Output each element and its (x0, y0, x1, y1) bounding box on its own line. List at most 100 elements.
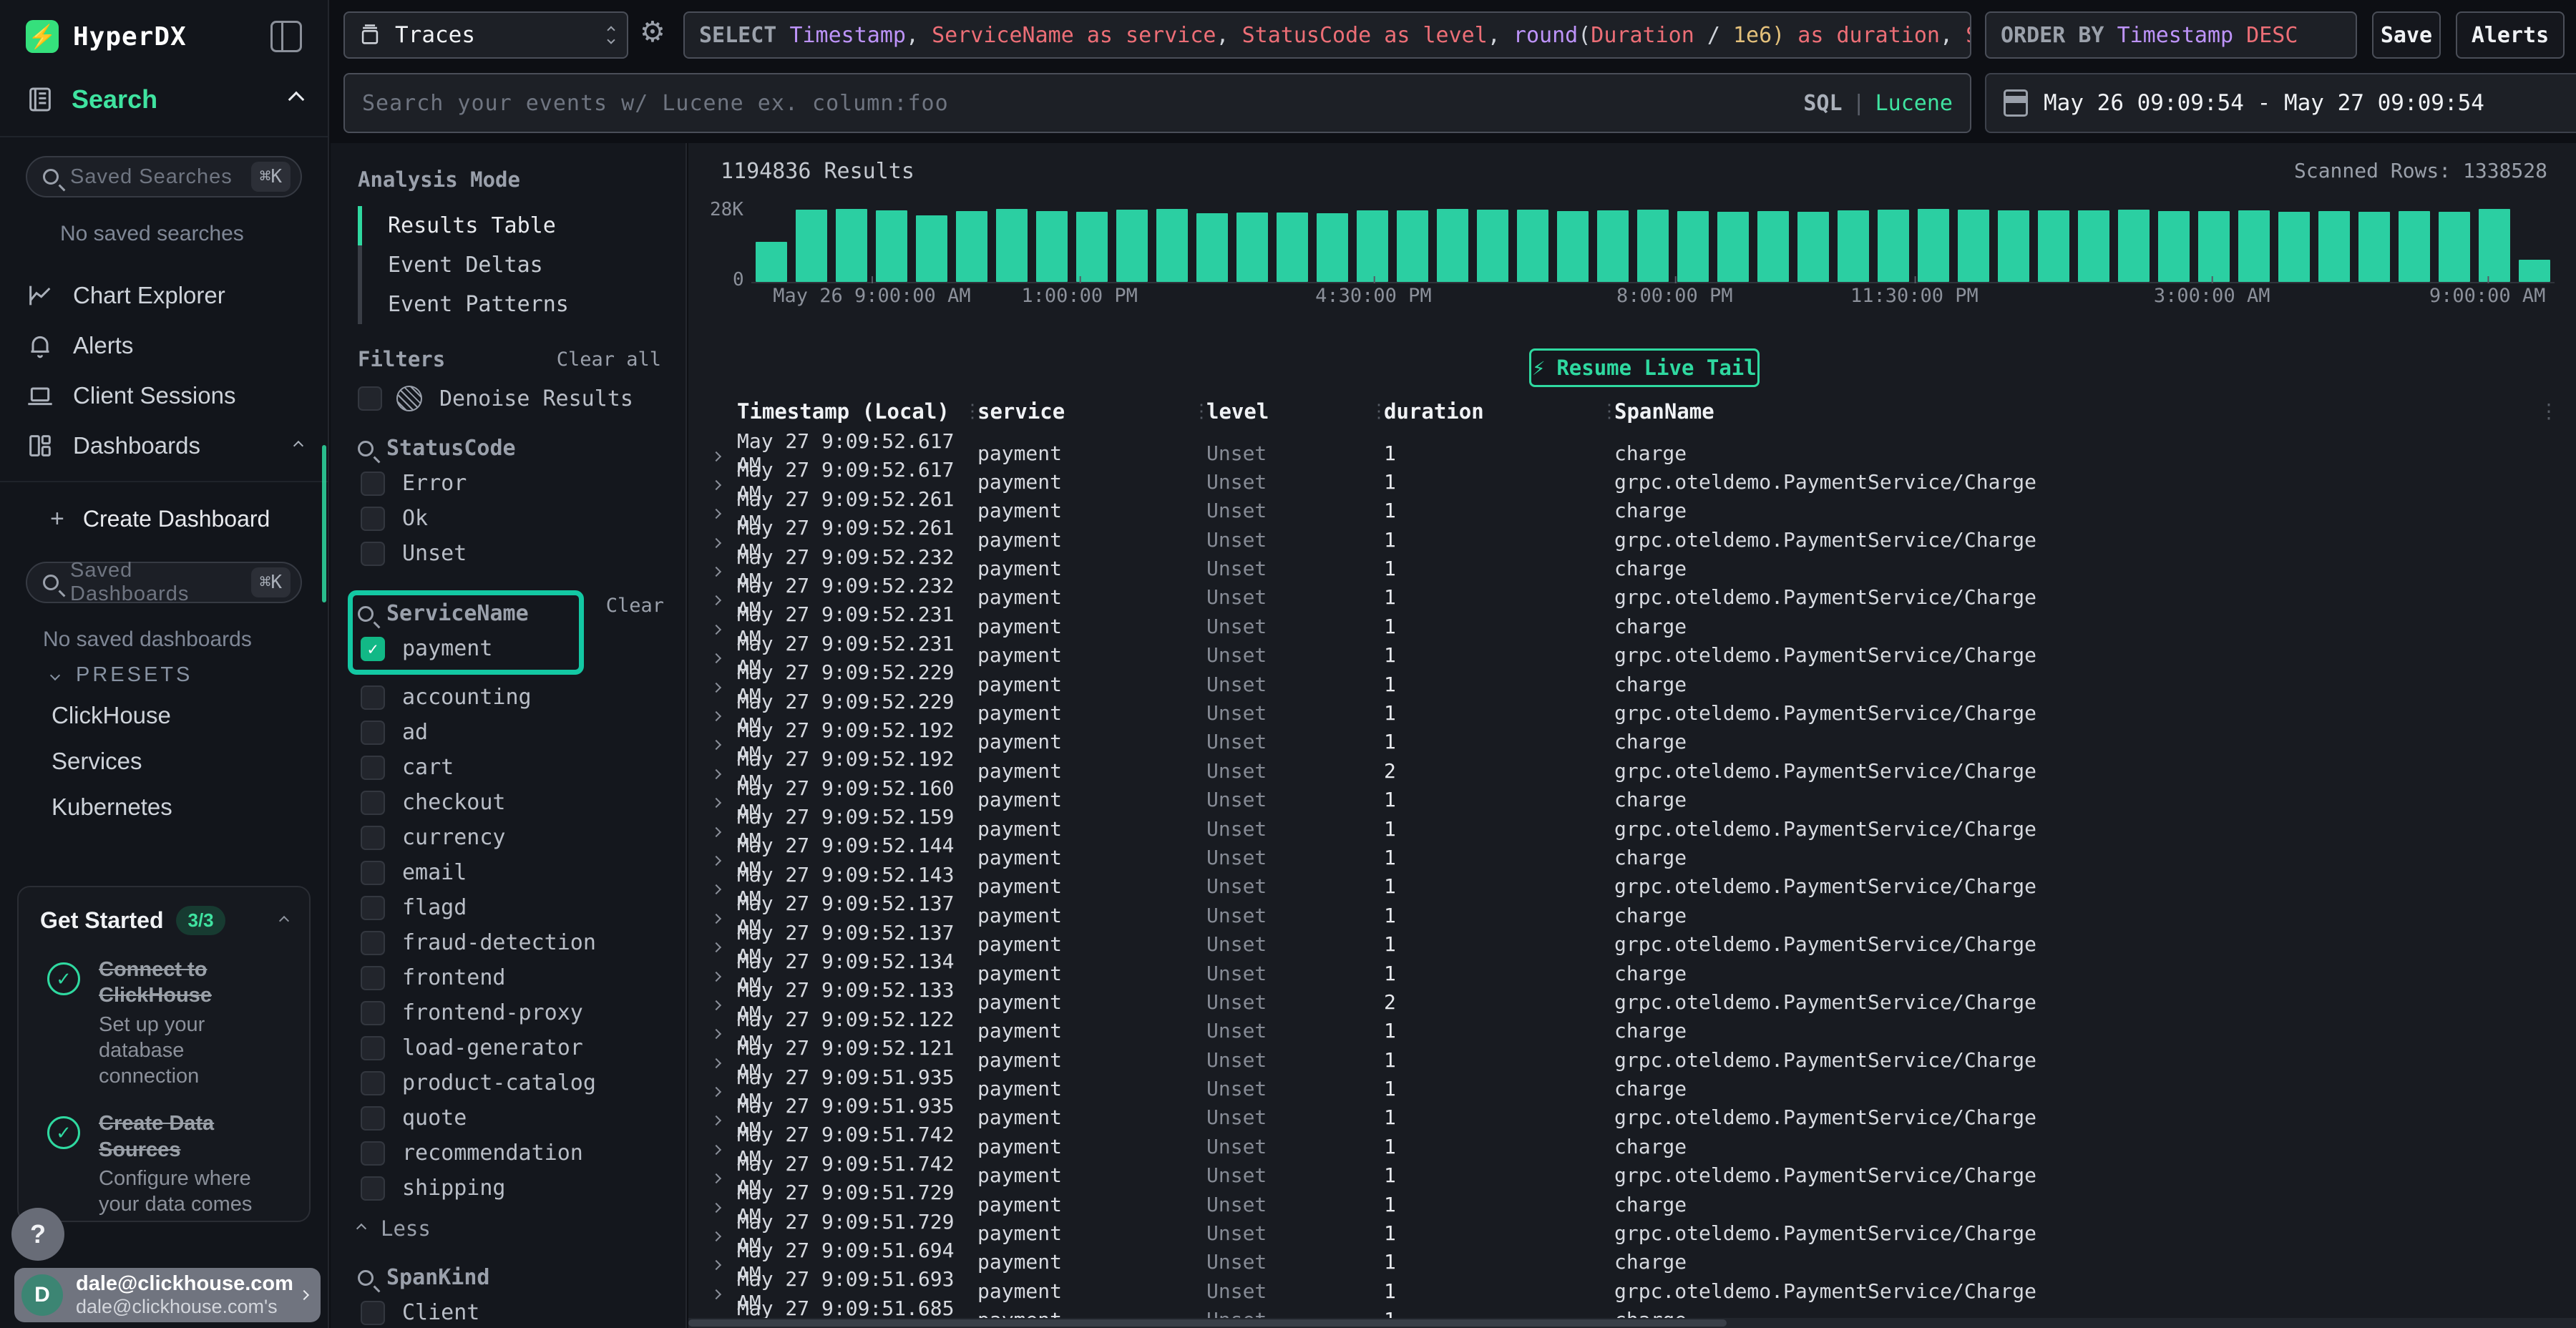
col-spanname[interactable]: SpanName (1614, 399, 2533, 424)
checkbox[interactable] (361, 791, 385, 815)
sidebar-item-client-sessions[interactable]: Client Sessions (0, 371, 328, 421)
orderby-clause-input[interactable]: ORDER BY Timestamp DESC (1985, 11, 2357, 59)
row-expand-icon[interactable] (703, 528, 737, 552)
checkbox[interactable] (361, 1036, 385, 1060)
row-expand-icon[interactable] (703, 1019, 737, 1043)
filter-option-email[interactable]: email (358, 860, 668, 885)
lang-toggle-sql[interactable]: SQL (1803, 91, 1842, 116)
checkbox[interactable] (361, 1141, 385, 1166)
sidebar-item-alerts[interactable]: Alerts (0, 321, 328, 371)
filter-option-checkout[interactable]: checkout (358, 790, 668, 815)
row-expand-icon[interactable] (703, 1308, 737, 1318)
row-expand-icon[interactable] (703, 932, 737, 956)
col-level[interactable]: level (1206, 399, 1370, 424)
checkbox[interactable] (361, 896, 385, 920)
help-button[interactable]: ? (11, 1208, 64, 1261)
column-resize-handle[interactable]: ⋮ (1192, 401, 1206, 422)
alerts-button[interactable]: Alerts (2456, 11, 2565, 59)
analysis-mode-results-table[interactable]: Results Table (358, 206, 668, 245)
row-expand-icon[interactable] (703, 673, 737, 696)
checklist-item[interactable]: ✓Create Data SourcesConfigure where your… (40, 1110, 288, 1222)
column-resize-handle[interactable]: ⋮ (963, 401, 977, 422)
filter-option-frontend[interactable]: frontend (358, 965, 668, 990)
table-row[interactable]: May 27 9:09:52.617 AMpaymentUnset1charge (703, 429, 2533, 458)
row-expand-icon[interactable] (703, 643, 737, 667)
chevron-up-icon[interactable] (288, 92, 305, 108)
row-expand-icon[interactable] (703, 441, 737, 465)
checkbox[interactable] (361, 1176, 385, 1201)
checkbox[interactable]: ✓ (361, 637, 385, 661)
saved-dashboards-input[interactable]: Saved Dashboards ⌘K (26, 562, 302, 603)
saved-searches-input[interactable]: Saved Searches ⌘K (26, 156, 302, 197)
search-input[interactable]: Search your events w/ Lucene ex. column:… (343, 73, 1971, 133)
resume-live-tail-button[interactable]: ⚡ Resume Live Tail (1529, 348, 1760, 387)
checkbox[interactable] (361, 685, 385, 710)
checkbox[interactable] (361, 1106, 385, 1131)
row-expand-icon[interactable] (703, 499, 737, 522)
clear-all-button[interactable]: Clear all (557, 348, 668, 371)
row-expand-icon[interactable] (703, 788, 737, 811)
row-expand-icon[interactable] (703, 1077, 737, 1100)
row-expand-icon[interactable] (703, 990, 737, 1014)
analysis-mode-event-deltas[interactable]: Event Deltas (358, 245, 668, 285)
sidebar-item-search[interactable]: Search (26, 84, 302, 136)
row-expand-icon[interactable] (703, 962, 737, 985)
filter-option-flagd[interactable]: flagd (358, 895, 668, 920)
chevron-up-icon[interactable] (279, 915, 289, 925)
row-expand-icon[interactable] (703, 1221, 737, 1245)
row-expand-icon[interactable] (703, 1135, 737, 1158)
row-expand-icon[interactable] (703, 1163, 737, 1187)
row-expand-icon[interactable] (703, 817, 737, 841)
sidebar-item-chart-explorer[interactable]: Chart Explorer (0, 270, 328, 321)
filter-option-fraud-detection[interactable]: fraud-detection (358, 930, 668, 955)
checkbox[interactable] (361, 826, 385, 850)
sidebar-collapse-icon[interactable] (270, 21, 302, 52)
checkbox[interactable] (361, 507, 385, 531)
select-clause-input[interactable]: SELECT Timestamp, ServiceName as service… (683, 11, 1971, 59)
checklist-item[interactable]: ✓Connect to ClickHouseSet up your databa… (40, 957, 288, 1089)
filter-option-Error[interactable]: Error (358, 471, 668, 496)
row-expand-icon[interactable] (703, 615, 737, 638)
checkbox[interactable] (361, 472, 385, 496)
sidebar-preset-kubernetes[interactable]: Kubernetes (0, 784, 328, 830)
filter-option-Unset[interactable]: Unset (358, 541, 668, 566)
row-expand-icon[interactable] (703, 846, 737, 869)
create-dashboard-button[interactable]: + Create Dashboard (0, 495, 328, 543)
checkbox[interactable] (361, 1071, 385, 1095)
row-expand-icon[interactable] (703, 1193, 737, 1216)
analysis-mode-event-patterns[interactable]: Event Patterns (358, 285, 668, 324)
filter-option-currency[interactable]: currency (358, 825, 668, 850)
filter-option-payment[interactable]: ✓payment (358, 636, 569, 661)
sidebar-item-dashboards[interactable]: Dashboards (0, 421, 328, 471)
filter-option-cart[interactable]: cart (358, 755, 668, 780)
filter-option-recommendation[interactable]: recommendation (358, 1141, 668, 1166)
denoise-checkbox[interactable] (358, 386, 382, 411)
date-range-picker[interactable]: May 26 09:09:54 - May 27 09:09:54 (1985, 73, 2576, 133)
row-expand-icon[interactable] (703, 585, 737, 609)
row-expand-icon[interactable] (703, 1048, 737, 1072)
row-expand-icon[interactable] (703, 1250, 737, 1274)
filter-option-accounting[interactable]: accounting (358, 685, 668, 710)
row-expand-icon[interactable] (703, 874, 737, 898)
col-service[interactable]: service (977, 399, 1192, 424)
user-menu[interactable]: D dale@clickhouse.com dale@clickhouse.co… (14, 1268, 321, 1322)
filter-option-Ok[interactable]: Ok (358, 506, 668, 531)
checkbox[interactable] (361, 542, 385, 566)
filter-option-product-catalog[interactable]: product-catalog (358, 1070, 668, 1095)
table-options-icon[interactable]: ⋮ (2539, 399, 2559, 423)
chevron-up-icon[interactable] (293, 441, 303, 451)
column-resize-handle[interactable]: ⋮ (1600, 401, 1614, 422)
row-expand-icon[interactable] (703, 1279, 737, 1303)
events-histogram[interactable] (751, 208, 2555, 283)
row-expand-icon[interactable] (703, 701, 737, 725)
col-duration[interactable]: duration (1384, 399, 1600, 424)
filter-option-ad[interactable]: ad (358, 720, 668, 745)
checkbox[interactable] (361, 1301, 385, 1325)
checkbox[interactable] (361, 931, 385, 955)
filter-option-quote[interactable]: quote (358, 1105, 668, 1131)
sidebar-preset-clickhouse[interactable]: ClickHouse (0, 693, 328, 738)
denoise-results-row[interactable]: Denoise Results (358, 386, 668, 411)
scrollbar-thumb[interactable] (688, 1319, 1727, 1327)
row-expand-icon[interactable] (703, 1105, 737, 1129)
filter-option-Client[interactable]: Client (358, 1300, 668, 1325)
